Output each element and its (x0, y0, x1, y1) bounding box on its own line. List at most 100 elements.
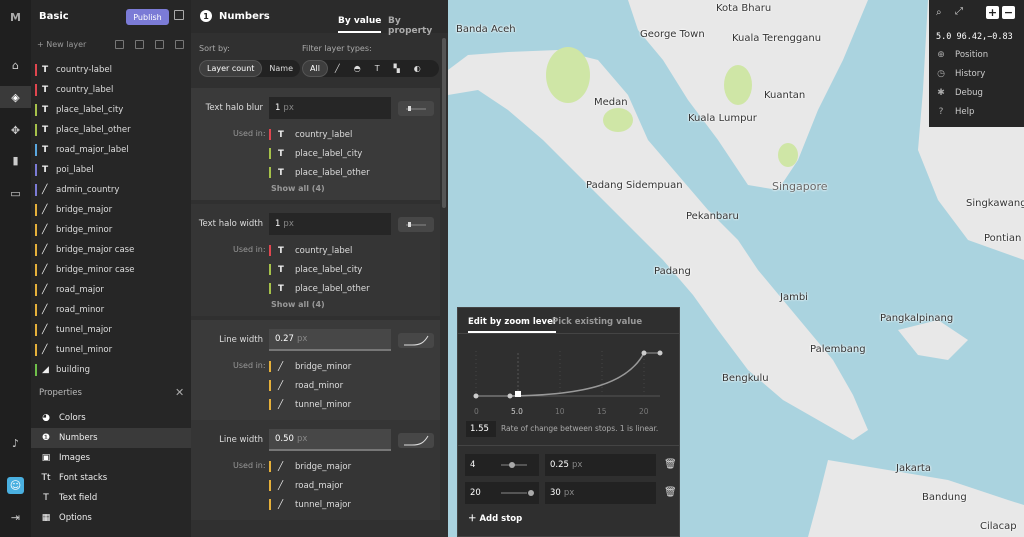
debug-item[interactable]: ✱ Debug (936, 88, 983, 98)
layer-name: place_label_other (56, 125, 131, 135)
used-layer-link[interactable]: Tplace_label_city (269, 264, 362, 275)
layer-name: country_label (56, 85, 114, 95)
duplicate-icon[interactable] (115, 40, 124, 49)
new-layer-button[interactable]: + New layer (37, 40, 86, 49)
layer-item[interactable]: ╱ bridge_major (31, 200, 188, 220)
slider-handle[interactable] (509, 462, 515, 468)
property-item-numbers[interactable]: ❶ Numbers (31, 428, 191, 448)
home-icon[interactable]: ⌂ (7, 57, 24, 74)
property-item-text-field[interactable]: T Text field (31, 488, 191, 508)
value-input[interactable]: 0.27 px (269, 329, 391, 351)
layer-item[interactable]: ╱ bridge_minor (31, 220, 188, 240)
used-layer-link[interactable]: Tplace_label_other (269, 283, 370, 294)
close-icon[interactable]: ✕ (175, 386, 184, 399)
used-layer-link[interactable]: Tcountry_label (269, 245, 352, 256)
layer-item[interactable]: Tplace_label_city (31, 100, 188, 120)
help-item[interactable]: ? Help (936, 107, 975, 117)
used-layer-link[interactable]: ╱ tunnel_minor (269, 399, 351, 410)
tab-by-value[interactable]: By value (338, 16, 382, 33)
tab-edit-by-zoom[interactable]: Edit by zoom level (468, 317, 556, 333)
stop-zoom-input[interactable]: 4 (465, 454, 539, 476)
value-input[interactable]: 1 px (269, 213, 391, 235)
filter-raster-icon[interactable]: ◐ (407, 60, 428, 77)
filter-circle-icon[interactable]: ▚ (387, 60, 407, 77)
filter-all[interactable]: All (302, 60, 328, 77)
folder-icon[interactable]: ▭ (7, 185, 24, 202)
filter-symbol-icon[interactable]: T (368, 60, 387, 77)
stats-icon[interactable]: ▮ (7, 152, 24, 169)
property-item-options[interactable]: ▦ Options (31, 508, 191, 528)
logout-icon[interactable]: ⇥ (7, 509, 24, 526)
external-link-icon[interactable] (174, 10, 184, 20)
filter-line-icon[interactable]: ╱ (328, 60, 347, 77)
layer-item[interactable]: ╱ admin_country (31, 180, 188, 200)
trash-icon[interactable]: 🗑 (664, 459, 677, 470)
rate-input[interactable]: 1.55 (466, 421, 496, 437)
show-all-link[interactable]: Show all (4) (271, 184, 325, 193)
search-icon[interactable]: ⌕ (936, 7, 942, 18)
property-item-font-stacks[interactable]: Tt Font stacks (31, 468, 191, 488)
layer-item[interactable]: Tcountry_label (31, 80, 188, 100)
layer-item[interactable]: Tpoi_label (31, 160, 188, 180)
hide-icon[interactable] (155, 40, 164, 49)
used-layer-link[interactable]: ╱ bridge_major (269, 461, 351, 472)
folder-icon[interactable] (135, 40, 144, 49)
layer-name: bridge_major case (56, 245, 135, 255)
history-item[interactable]: ◷ History (936, 69, 985, 79)
zoom-out-button[interactable]: − (1002, 6, 1015, 19)
layer-item[interactable]: ╱ road_minor (31, 300, 188, 320)
sort-name[interactable]: Name (262, 60, 300, 77)
tab-by-property[interactable]: By property (388, 16, 448, 36)
used-layer-link[interactable]: ╱ tunnel_major (269, 499, 351, 510)
history-label: History (955, 69, 986, 79)
layer-item[interactable]: ╱ bridge_minor case (31, 260, 188, 280)
layer-item[interactable]: Tcountry-label (31, 60, 188, 80)
sort-layer-count[interactable]: Layer count (199, 60, 263, 77)
position-item[interactable]: ⊕ Position (936, 50, 988, 60)
value-input[interactable]: 1 px (269, 97, 391, 119)
property-item-colors[interactable]: ◕ Colors (31, 408, 191, 428)
used-layer-link[interactable]: ╱ bridge_minor (269, 361, 351, 372)
stop-zoom-input[interactable]: 20 (465, 482, 539, 504)
zoom-in-button[interactable]: + (986, 6, 999, 19)
fullscreen-icon[interactable]: ⤢ (955, 6, 963, 17)
used-layer-link[interactable]: Tplace_label_city (269, 148, 362, 159)
user-avatar[interactable]: ☺ (7, 477, 24, 494)
layer-item[interactable]: Tplace_label_other (31, 120, 188, 140)
curve-icon (404, 335, 429, 346)
delete-icon[interactable] (175, 40, 184, 49)
layer-item[interactable]: ╱ road_major (31, 280, 188, 300)
stop-zoom-slider[interactable] (501, 492, 527, 494)
numbers-scrollbar[interactable] (442, 38, 446, 208)
used-layer-link[interactable]: ╱ road_major (269, 480, 343, 491)
paint-bucket-icon[interactable]: ◈ (0, 86, 31, 108)
trash-icon[interactable]: 🗑 (664, 487, 677, 498)
show-all-link[interactable]: Show all (4) (271, 300, 325, 309)
used-layer-link[interactable]: Tplace_label_other (269, 167, 370, 178)
layer-item[interactable]: ╱ bridge_major case (31, 240, 188, 260)
numbers-panel: 1 Numbers By value By property Sort by: … (191, 0, 448, 537)
used-layer-link[interactable]: Tcountry_label (269, 129, 352, 140)
slider-handle[interactable] (528, 490, 534, 496)
filter-fill-icon[interactable]: ◓ (347, 60, 368, 77)
layer-item[interactable]: ╱ tunnel_major (31, 320, 188, 340)
move-icon[interactable]: ✥ (7, 122, 24, 139)
zoom-edit-button[interactable] (398, 101, 434, 116)
value-input[interactable]: 0.50 px (269, 429, 391, 451)
value-text: 1 (275, 103, 281, 113)
zoom-edit-button[interactable] (398, 217, 434, 232)
property-item-images[interactable]: ▣ Images (31, 448, 191, 468)
tab-pick-existing[interactable]: Pick existing value (552, 317, 642, 327)
layer-item[interactable]: Troad_major_label (31, 140, 188, 160)
zoom-curve-chart[interactable] (468, 343, 668, 418)
used-layer-link[interactable]: ╱ road_minor (269, 380, 343, 391)
layer-item[interactable]: ◢ building (31, 360, 188, 380)
add-stop-button[interactable]: ＋ Add stop (468, 512, 522, 524)
zoom-curve-button[interactable] (398, 333, 434, 348)
stop-value-input[interactable]: 0.25 px (545, 454, 656, 476)
zoom-curve-button[interactable] (398, 433, 434, 448)
bell-icon[interactable]: ♪ (7, 435, 24, 452)
publish-button[interactable]: Publish (126, 9, 169, 25)
layer-item[interactable]: ╱ tunnel_minor (31, 340, 188, 360)
stop-value-input[interactable]: 30 px (545, 482, 656, 504)
